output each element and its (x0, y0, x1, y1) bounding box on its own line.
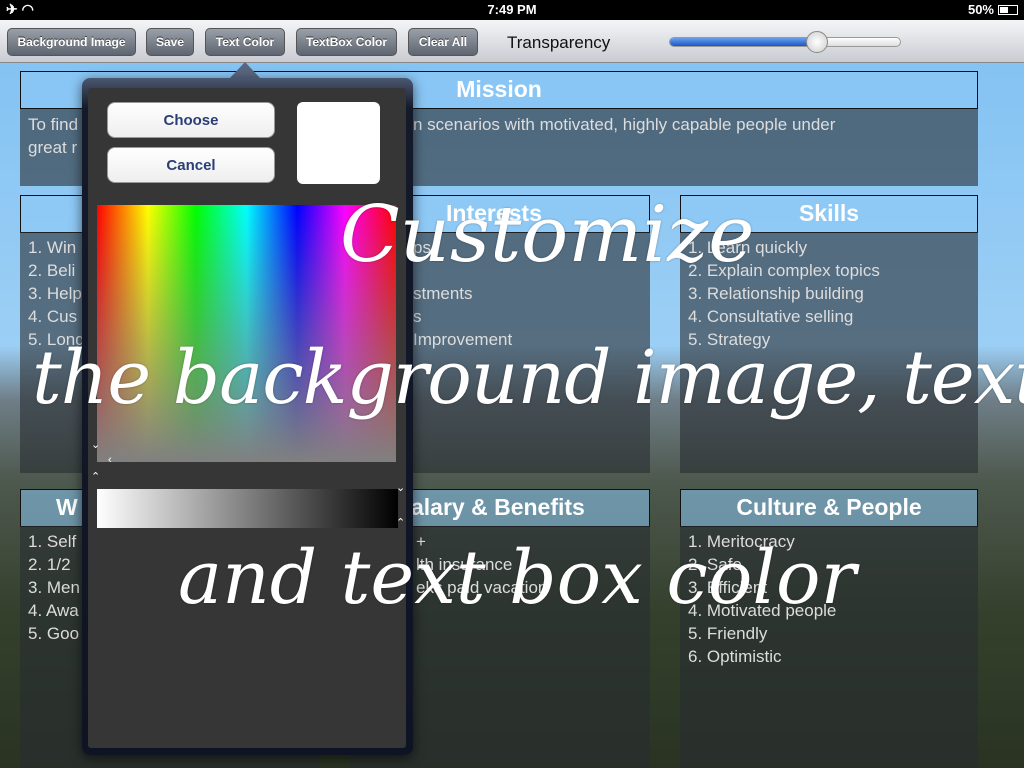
popover-arrow (229, 62, 261, 79)
background-image-button[interactable]: Background Image (7, 28, 136, 56)
list-item: 3. Relationship building (688, 284, 864, 303)
chevron-up-icon: ⌃ (396, 517, 406, 529)
chevron-down-icon: ⌄ (91, 439, 101, 451)
transparency-label: Transparency (507, 33, 611, 52)
mission-text-start: To find (28, 115, 79, 134)
brightness-picker[interactable] (97, 489, 398, 528)
textbox-color-button[interactable]: TextBox Color (296, 28, 397, 56)
battery-icon (998, 4, 1018, 15)
status-time: 7:49 PM (487, 2, 537, 17)
promo-text-line3: and text box color (178, 535, 856, 621)
status-bar: ✈ ︎◠ 7:49 PM 50% (0, 0, 1024, 20)
toolbar: Background Image Save Text Color TextBox… (0, 20, 1024, 63)
list-item: 6. Optimistic (688, 647, 782, 666)
slider-knob[interactable] (806, 31, 829, 53)
promo-text-line1: Customize (340, 190, 755, 280)
section-header: Culture & People (680, 489, 978, 527)
choose-button[interactable]: Choose (107, 102, 275, 138)
clear-all-button[interactable]: Clear All (408, 28, 478, 56)
promo-text-line2: the background image, text (32, 335, 1024, 421)
battery-percent: 50% (967, 2, 994, 17)
chevron-down-icon: ⌄ (396, 482, 406, 494)
transparency-slider[interactable] (669, 31, 901, 53)
list-item: 5. Friendly (688, 624, 768, 643)
chevron-left-icon: ‹ (108, 454, 112, 466)
save-button[interactable]: Save (146, 28, 194, 56)
text-color-button[interactable]: Text Color (205, 28, 285, 56)
cancel-button[interactable]: Cancel (107, 147, 275, 183)
list-item: 4. Consultative selling (688, 307, 854, 326)
color-preview-swatch (297, 102, 380, 184)
chevron-up-icon: ⌃ (91, 471, 101, 483)
mission-text-rest: es win-win scenarios with motivated, hig… (343, 115, 836, 134)
